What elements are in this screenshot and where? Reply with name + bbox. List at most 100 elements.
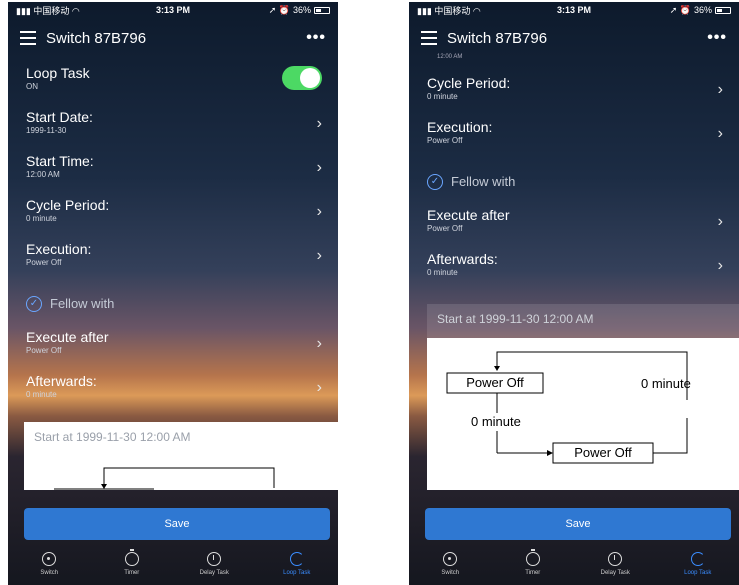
nav-bar: Switch 87B796 •••: [8, 24, 338, 52]
settings-list: 12:00 AM Cycle Period: 0 minute › Execut…: [409, 54, 739, 288]
diagram-period-label: 0 minute: [471, 414, 521, 429]
chevron-right-icon: ›: [316, 159, 322, 176]
diagram-caption: Start at 1999-11-30 12:00 AM: [437, 312, 594, 326]
schedule-diagram: Start at 1999-11-30 12:00 AM: [24, 422, 338, 490]
row-label: Execution:: [427, 119, 493, 135]
tab-label: Loop Task: [684, 570, 712, 576]
tab-label: Timer: [525, 570, 541, 576]
clock-icon: [608, 552, 623, 566]
afterwards-row[interactable]: Afterwards: 0 minute ›: [409, 244, 739, 288]
chevron-right-icon: ›: [717, 125, 723, 142]
start-date-row[interactable]: Start Date: 1999-11-30 ›: [8, 102, 338, 146]
execution-row[interactable]: Execution: Power Off ›: [409, 112, 739, 156]
chevron-right-icon: ›: [316, 247, 322, 264]
loop-icon: [289, 552, 304, 566]
tab-label: Switch: [40, 570, 59, 576]
row-value: 0 minute: [26, 214, 57, 223]
afterwards-row[interactable]: Afterwards: 0 minute ›: [8, 366, 338, 410]
diagram-canvas: Power Off 0 minute 0 minute Power Off: [427, 338, 739, 490]
chevron-right-icon: ›: [316, 115, 322, 132]
row-label: Execute after: [427, 207, 510, 223]
diagram-box-label: Power Off: [466, 375, 524, 390]
partial-row-value: 12:00 AM: [437, 54, 463, 60]
status-bar: ▮▮▮ 中国移动 ◠ 3:13 PM ➚ ⏰ 36%: [409, 2, 739, 18]
tab-delay-task[interactable]: Delay Task: [574, 552, 657, 585]
phone-screen-1: ▮▮▮ 中国移动 ◠ 3:13 PM ➚ ⏰ 36% Switch 87B796…: [8, 2, 338, 585]
row-value: 0 minute: [427, 268, 458, 277]
tab-loop-task[interactable]: Loop Task: [256, 552, 339, 585]
row-label: Start Date:: [26, 109, 93, 125]
row-value: 1999-11-30: [26, 126, 67, 135]
timer-icon: [525, 549, 540, 566]
nav-bar: Switch 87B796 •••: [409, 24, 739, 52]
loop-icon: [690, 552, 705, 566]
more-icon[interactable]: •••: [306, 29, 326, 47]
tab-bar: Switch Timer Delay Task Loop Task: [409, 549, 739, 585]
row-label: Cycle Period:: [26, 197, 110, 213]
row-value: 12:00 AM: [26, 170, 60, 179]
status-time: 3:13 PM: [155, 5, 190, 15]
tab-delay-task[interactable]: Delay Task: [173, 552, 256, 585]
execute-after-row[interactable]: Execute after Power Off ›: [409, 200, 739, 244]
row-label: Start Time:: [26, 153, 94, 169]
fellow-with-label: Fellow with: [50, 296, 115, 311]
page-title: Switch 87B796: [46, 29, 147, 47]
power-icon: [443, 552, 458, 566]
chevron-right-icon: ›: [717, 213, 723, 230]
tab-bar: Switch Timer Delay Task Loop Task: [8, 549, 339, 585]
save-button[interactable]: Save: [425, 508, 731, 540]
tab-label: Delay Task: [199, 570, 229, 576]
row-value: Power Off: [427, 136, 463, 145]
row-label: Execution:: [26, 241, 92, 257]
cycle-period-row[interactable]: Cycle Period: 0 minute ›: [8, 190, 338, 234]
tab-switch[interactable]: Switch: [409, 552, 492, 585]
power-icon: [42, 552, 57, 566]
fellow-with-label: Fellow with: [451, 174, 516, 189]
tab-label: Timer: [124, 570, 140, 576]
cycle-period-row[interactable]: Cycle Period: 0 minute ›: [409, 68, 739, 112]
start-time-row[interactable]: Start Time: 12:00 AM ›: [8, 146, 338, 190]
row-value: 0 minute: [26, 390, 57, 399]
row-label: Cycle Period:: [427, 75, 511, 91]
row-value: 0 minute: [427, 92, 458, 101]
loop-task-toggle[interactable]: [282, 66, 322, 90]
chevron-right-icon: ›: [316, 335, 322, 352]
timer-icon: [124, 549, 139, 566]
tab-label: Loop Task: [283, 570, 311, 576]
chevron-right-icon: ›: [316, 203, 322, 220]
battery-icon: [314, 6, 330, 14]
row-label: Execute after: [26, 329, 109, 345]
tab-timer[interactable]: Timer: [492, 549, 575, 585]
tab-timer[interactable]: Timer: [91, 549, 174, 585]
execute-after-row[interactable]: Execute after Power Off ›: [8, 322, 338, 366]
loop-task-label: Loop Task: [26, 65, 90, 81]
status-bar: ▮▮▮ 中国移动 ◠ 3:13 PM ➚ ⏰ 36%: [8, 2, 338, 18]
tab-loop-task[interactable]: Loop Task: [657, 552, 739, 585]
phone-screen-2: ▮▮▮ 中国移动 ◠ 3:13 PM ➚ ⏰ 36% Switch 87B796…: [409, 2, 739, 585]
loop-task-row: Loop Task ON: [8, 58, 338, 102]
fellow-with-checkbox[interactable]: ✓ Fellow with: [8, 278, 338, 322]
tab-label: Delay Task: [600, 570, 630, 576]
battery-icon: [715, 6, 731, 14]
row-label: Afterwards:: [427, 251, 498, 267]
row-value: Power Off: [26, 346, 62, 355]
schedule-diagram: Start at 1999-11-30 12:00 AM Power Off 0…: [427, 304, 739, 490]
page-title: Switch 87B796: [447, 29, 548, 47]
execution-row[interactable]: Execution: Power Off ›: [8, 234, 338, 278]
menu-icon[interactable]: [20, 31, 36, 45]
check-circle-icon[interactable]: ✓: [427, 173, 443, 190]
chevron-right-icon: ›: [717, 81, 723, 98]
tab-label: Switch: [441, 570, 460, 576]
clock-icon: [207, 552, 222, 566]
check-circle-icon[interactable]: ✓: [26, 295, 42, 312]
fellow-with-checkbox[interactable]: ✓ Fellow with: [409, 156, 739, 200]
diagram-period-label: 0 minute: [641, 376, 691, 391]
menu-icon[interactable]: [421, 31, 437, 45]
loop-task-value: ON: [26, 82, 38, 91]
tab-switch[interactable]: Switch: [8, 552, 91, 585]
more-icon[interactable]: •••: [707, 29, 727, 47]
diagram-box-label: Power Off: [574, 445, 632, 460]
save-button[interactable]: Save: [24, 508, 330, 540]
row-value: Power Off: [26, 258, 62, 267]
status-time: 3:13 PM: [556, 5, 591, 15]
